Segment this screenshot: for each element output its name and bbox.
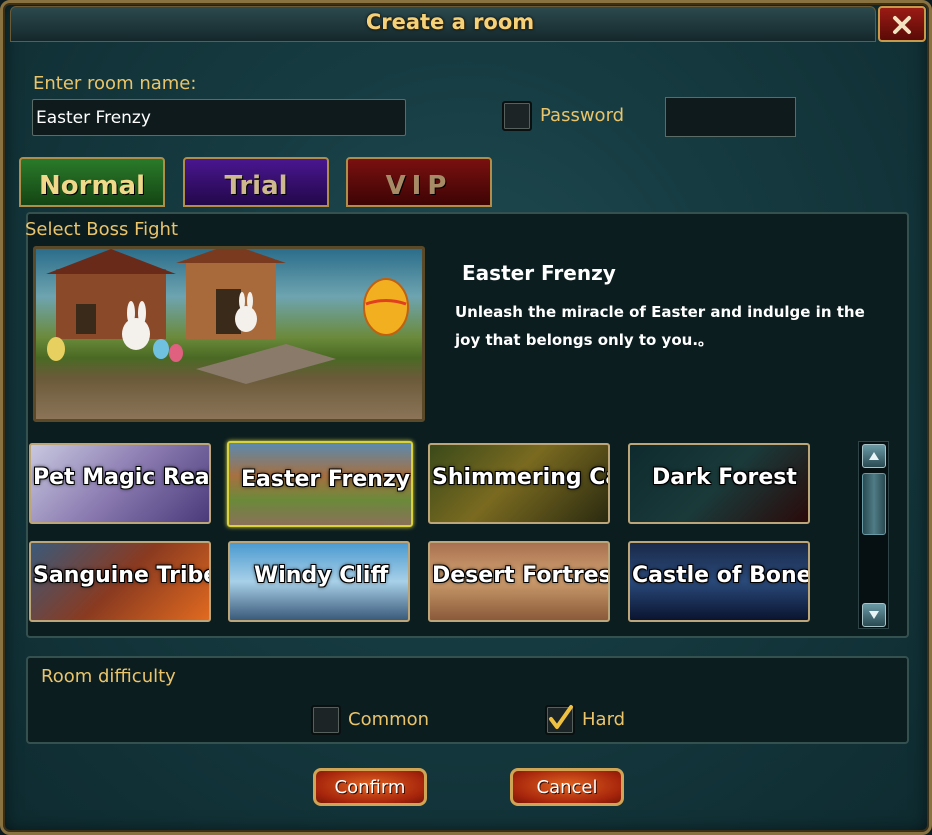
arrow-down-icon [869,611,879,619]
boss-option-label: Dark Forest [652,465,797,490]
boss-option-desert-fortress[interactable]: Desert Fortress [428,541,610,622]
boss-option-label: Sanguine Tribe [33,563,211,588]
tab-trial[interactable]: Trial [183,157,329,207]
boss-option-sanguine-tribe[interactable]: Sanguine Tribe [29,541,211,622]
close-button[interactable] [878,6,926,42]
boss-option-label: Desert Fortress [432,563,610,588]
selected-boss-title: Easter Frenzy [462,261,616,285]
boss-option-label: Castle of Bones [632,563,810,588]
hard-label: Hard [582,709,626,730]
boss-option-shimmering-cave[interactable]: Shimmering Cave [428,443,610,524]
boss-option-pet-magic-realm[interactable]: Pet Magic Realm [29,443,211,524]
boss-option-castle-of-bones[interactable]: Castle of Bones [628,541,810,622]
boss-list-scrollbar[interactable] [858,441,889,629]
boss-section-label: Select Boss Fight [25,219,179,240]
close-icon [893,16,911,34]
password-checkbox[interactable] [502,101,532,131]
boss-option-windy-cliff[interactable]: Windy Cliff [228,541,410,622]
common-checkbox[interactable] [311,705,341,735]
scroll-thumb[interactable] [862,473,886,535]
common-label: Common [348,709,430,730]
scroll-up-button[interactable] [862,444,886,468]
hard-checkbox[interactable] [545,705,575,735]
arrow-up-icon [869,452,879,460]
difficulty-label: Room difficulty [41,666,176,687]
room-name-input[interactable]: Easter Frenzy [32,99,406,136]
boss-option-dark-forest[interactable]: Dark Forest [628,443,810,524]
tab-normal[interactable]: Normal [19,157,165,207]
cancel-button[interactable]: Cancel [510,768,624,806]
boss-option-label: Shimmering Cave [432,465,608,490]
password-label: Password [540,105,625,126]
tab-vip[interactable]: VIP [346,157,492,207]
boss-option-label: Easter Frenzy [241,467,411,492]
boss-option-label: Pet Magic Realm [33,465,210,490]
dialog-title: Create a room [365,10,535,34]
checkmark-icon [549,705,573,729]
easter-scene-illustration [46,249,409,384]
confirm-button[interactable]: Confirm [313,768,427,806]
password-input[interactable] [665,97,796,137]
boss-option-label: Windy Cliff [254,563,389,588]
boss-preview-image [33,246,425,422]
scroll-down-button[interactable] [862,603,886,627]
boss-option-easter-frenzy[interactable]: Easter Frenzy [227,441,413,527]
room-name-label: Enter room name: [33,73,197,94]
selected-boss-description: Unleash the miracle of Easter and indulg… [455,303,865,349]
